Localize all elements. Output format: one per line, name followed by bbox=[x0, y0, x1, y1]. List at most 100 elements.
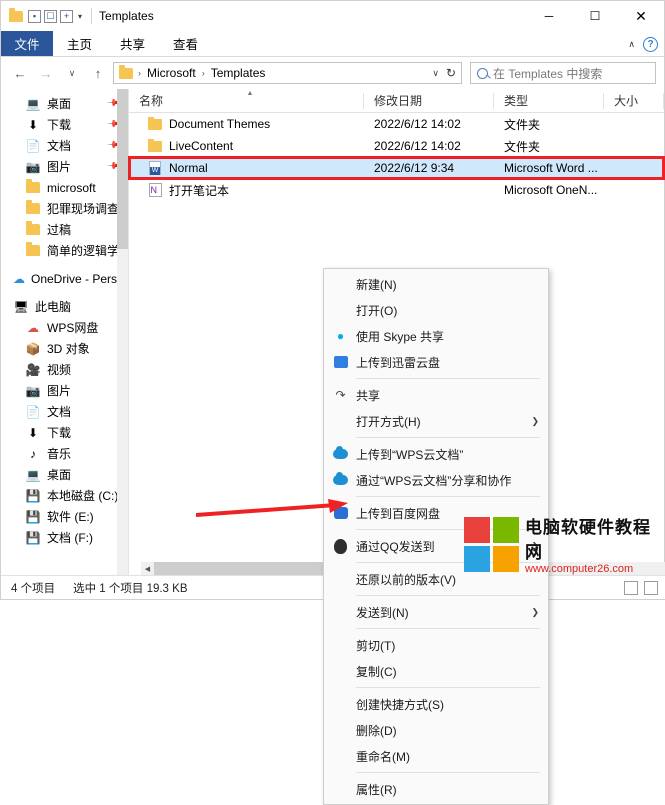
address-dropdown-icon[interactable]: ∨ bbox=[432, 68, 439, 79]
delete-annotation-arrow bbox=[196, 499, 348, 517]
sidebar-item-videos[interactable]: 🎥 视频 bbox=[1, 359, 128, 380]
sidebar-item-crime-scene[interactable]: 犯罪现场调查 bbox=[1, 198, 128, 219]
menu-item-open-with[interactable]: 打开方式(H) ❯ bbox=[324, 408, 548, 434]
menu-item-share-skype[interactable]: ● 使用 Skype 共享 bbox=[324, 323, 548, 349]
menu-item-delete[interactable]: 删除(D) bbox=[324, 717, 548, 743]
collapse-ribbon-icon[interactable]: ∧ bbox=[628, 39, 635, 50]
table-row[interactable]: LiveContent 2022/6/12 14:02 文件夹 bbox=[129, 135, 664, 157]
menu-separator bbox=[356, 687, 540, 688]
menu-item-upload-thunder[interactable]: 上传到迅雷云盘 bbox=[324, 349, 548, 375]
search-box[interactable]: 在 Templates 中搜索 bbox=[470, 62, 656, 84]
sidebar-item-pictures-2[interactable]: 📷 图片 bbox=[1, 380, 128, 401]
file-name-cell[interactable]: 打开笔记本 bbox=[129, 182, 364, 199]
recent-locations-button[interactable]: ∨ bbox=[61, 62, 83, 84]
forward-button[interactable]: → bbox=[35, 62, 57, 84]
picture-icon: 📷 bbox=[25, 159, 41, 174]
table-row-selected[interactable]: Normal 2022/6/12 9:34 Microsoft Word ... bbox=[128, 156, 665, 180]
menu-item-upload-wps-cloud[interactable]: 上传到“WPS云文档” bbox=[324, 441, 548, 467]
sidebar-item-microsoft[interactable]: microsoft bbox=[1, 177, 128, 198]
caption-buttons: ─ ☐ ✕ bbox=[526, 1, 664, 31]
sidebar-item-documents-f[interactable]: 💾 文档 (F:) bbox=[1, 527, 128, 548]
up-button[interactable]: ↑ bbox=[87, 62, 109, 84]
minimize-button[interactable]: ─ bbox=[526, 1, 572, 31]
desktop-icon: 💻 bbox=[25, 96, 41, 111]
share-icon: ↷ bbox=[335, 388, 346, 402]
menu-item-label: 复制(C) bbox=[356, 664, 397, 679]
menu-item-share[interactable]: ↷ 共享 bbox=[324, 382, 548, 408]
menu-item-send-to[interactable]: 发送到(N) ❯ bbox=[324, 599, 548, 625]
sidebar-item-wps-cloud[interactable]: ☁ WPS网盘 bbox=[1, 317, 128, 338]
view-buttons bbox=[624, 580, 658, 595]
refresh-icon[interactable]: ↻ bbox=[446, 66, 456, 80]
column-header-size[interactable]: 大小 bbox=[604, 89, 664, 113]
help-icon[interactable]: ? bbox=[643, 36, 658, 52]
column-header-date[interactable]: 修改日期 bbox=[364, 89, 494, 113]
sidebar-item-this-pc[interactable]: 🖥 此电脑 bbox=[1, 296, 128, 317]
sidebar-item-label: 图片 bbox=[47, 384, 72, 398]
sidebar-item-music[interactable]: ♪ 音乐 bbox=[1, 443, 128, 464]
sidebar-item-label: 3D 对象 bbox=[47, 342, 90, 356]
onedrive-icon: ☁ bbox=[13, 271, 25, 286]
maximize-button[interactable]: ☐ bbox=[572, 1, 618, 31]
selection-highlight-annotation bbox=[128, 156, 665, 180]
breadcrumb-templates[interactable]: Templates bbox=[209, 66, 268, 80]
tab-home[interactable]: 主页 bbox=[53, 31, 106, 56]
column-headers: ▲ 名称 修改日期 类型 大小 bbox=[129, 89, 664, 113]
file-name-cell[interactable]: LiveContent bbox=[129, 139, 364, 153]
nav-scrollbar[interactable] bbox=[117, 89, 128, 593]
sidebar-item-label: 本地磁盘 (C:) bbox=[47, 489, 119, 503]
scroll-left-icon[interactable]: ◀ bbox=[141, 562, 154, 575]
sidebar-item-label: 音乐 bbox=[47, 447, 72, 461]
sidebar-item-downloads[interactable]: ⬇ 下载 📌 bbox=[1, 114, 128, 135]
nav-scrollbar-thumb[interactable] bbox=[117, 89, 128, 249]
back-button[interactable]: ← bbox=[9, 62, 31, 84]
column-header-type[interactable]: 类型 bbox=[494, 89, 604, 113]
sidebar-item-desktop[interactable]: 💻 桌面 📌 bbox=[1, 93, 128, 114]
tab-file[interactable]: 文件 bbox=[1, 31, 53, 56]
nav-separator-2 bbox=[1, 289, 128, 296]
watermark: 电脑软硬件教程网 www.computer26.com bbox=[464, 515, 660, 575]
sidebar-item-local-disk-c[interactable]: 💾 本地磁盘 (C:) bbox=[1, 485, 128, 506]
ribbon-right-controls: ∧ ? bbox=[628, 31, 658, 57]
breadcrumb-microsoft[interactable]: Microsoft bbox=[145, 66, 198, 80]
sidebar-item-downloads-2[interactable]: ⬇ 下载 bbox=[1, 422, 128, 443]
large-icons-view-icon[interactable] bbox=[644, 580, 658, 595]
sidebar-item-documents-2[interactable]: 📄 文档 bbox=[1, 401, 128, 422]
menu-item-properties[interactable]: 属性(R) bbox=[324, 776, 548, 802]
address-bar[interactable]: › Microsoft › Templates ∨ ↻ bbox=[113, 62, 462, 84]
sidebar-item-documents[interactable]: 📄 文档 📌 bbox=[1, 135, 128, 156]
sidebar-item-onedrive[interactable]: ☁ OneDrive - Personal bbox=[1, 268, 128, 289]
menu-item-new[interactable]: 新建(N) bbox=[324, 271, 548, 297]
table-row[interactable]: 打开笔记本 Microsoft OneN... bbox=[129, 179, 664, 201]
sidebar-item-label: 下载 bbox=[47, 118, 72, 132]
menu-item-create-shortcut[interactable]: 创建快捷方式(S) bbox=[324, 691, 548, 717]
tab-view[interactable]: 查看 bbox=[159, 31, 212, 56]
wps-icon: ☁ bbox=[27, 320, 39, 335]
menu-item-copy[interactable]: 复制(C) bbox=[324, 658, 548, 684]
menu-item-cut[interactable]: 剪切(T) bbox=[324, 632, 548, 658]
sidebar-item-software-e[interactable]: 💾 软件 (E:) bbox=[1, 506, 128, 527]
sidebar-item-simple-logic[interactable]: 简单的逻辑学 bbox=[1, 240, 128, 261]
menu-item-wps-share-collab[interactable]: 通过“WPS云文档”分享和协作 bbox=[324, 467, 548, 493]
qat-separator bbox=[91, 8, 93, 24]
table-row[interactable]: Document Themes 2022/6/12 14:02 文件夹 bbox=[129, 113, 664, 135]
sidebar-item-draft[interactable]: 过稿 bbox=[1, 219, 128, 240]
menu-item-open[interactable]: 打开(O) bbox=[324, 297, 548, 323]
file-name-label: LiveContent bbox=[169, 139, 234, 153]
new-folder-icon[interactable]: + bbox=[60, 9, 73, 23]
close-button[interactable]: ✕ bbox=[618, 1, 664, 31]
menu-item-rename[interactable]: 重命名(M) bbox=[324, 743, 548, 769]
sidebar-item-pictures[interactable]: 📷 图片 📌 bbox=[1, 156, 128, 177]
sidebar-item-desktop-2[interactable]: 💻 桌面 bbox=[1, 464, 128, 485]
column-header-name[interactable]: ▲ 名称 bbox=[129, 89, 364, 113]
pin-to-quick-access-icon[interactable]: ▪ bbox=[28, 9, 41, 23]
menu-item-label: 还原以前的版本(V) bbox=[356, 572, 456, 587]
file-name-cell[interactable]: Document Themes bbox=[129, 117, 364, 131]
qat-dropdown-icon[interactable]: ▾ bbox=[76, 12, 84, 21]
sidebar-item-3d-objects[interactable]: 📦 3D 对象 bbox=[1, 338, 128, 359]
tab-share[interactable]: 共享 bbox=[106, 31, 159, 56]
menu-item-label: 创建快捷方式(S) bbox=[356, 697, 444, 712]
properties-icon[interactable]: ☐ bbox=[44, 9, 57, 23]
details-view-icon[interactable] bbox=[624, 580, 638, 595]
menu-item-label: 使用 Skype 共享 bbox=[356, 329, 445, 344]
